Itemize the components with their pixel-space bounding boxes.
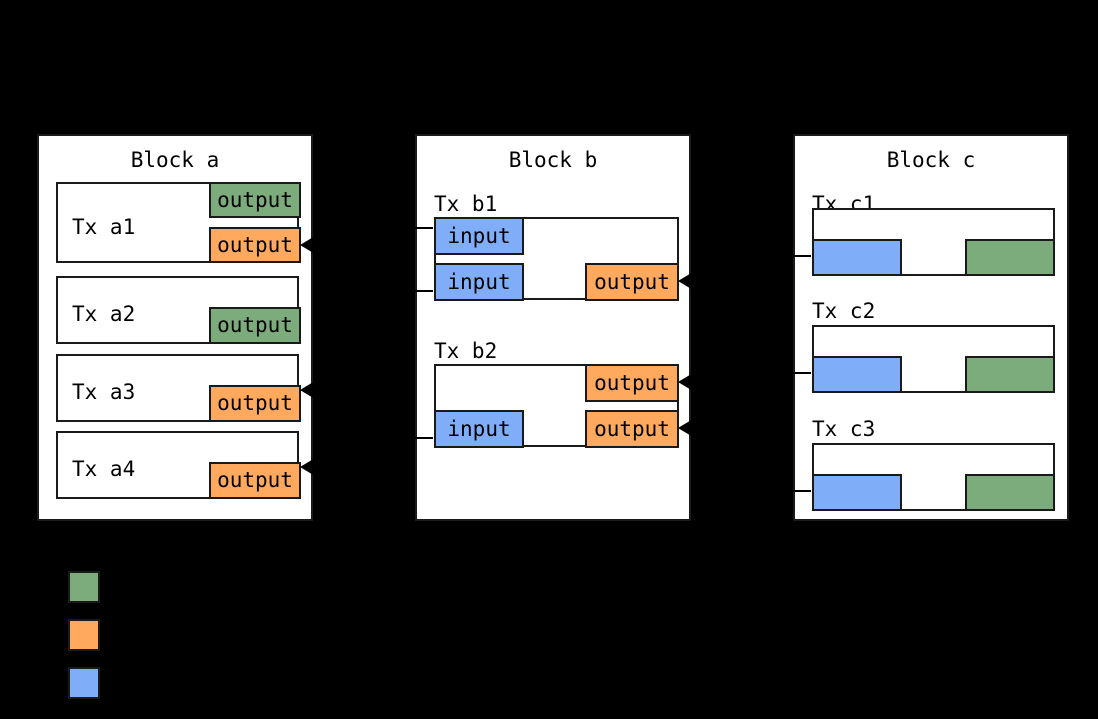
tx-b1-input-2[interactable]: input <box>434 263 524 301</box>
tx-b1-output-1[interactable]: output <box>585 263 679 301</box>
tx-a1-label: Tx a1 <box>72 215 136 239</box>
tx-a2-output-1[interactable]: output <box>209 307 301 344</box>
tx-c2-label: Tx c2 <box>812 299 876 323</box>
arrow-into-tx-b2-output-2 <box>678 419 693 437</box>
tx-c1-output-1[interactable] <box>965 239 1055 276</box>
tx-b1-input-1[interactable]: input <box>434 217 524 255</box>
tx-a2-label: Tx a2 <box>72 302 136 326</box>
block-b[interactable]: Block b Tx b1 input input output Tx b2 o… <box>415 134 691 521</box>
tx-a1-output-1[interactable]: output <box>209 182 301 218</box>
connector-stub-tx-c3-input-1 <box>793 490 811 492</box>
tx-a4-label: Tx a4 <box>72 457 136 481</box>
tx-c3-output-1[interactable] <box>965 474 1055 511</box>
tx-c2-output-1[interactable] <box>965 356 1055 393</box>
connector-stub-tx-b1-input-2 <box>415 290 433 292</box>
tx-a3-label: Tx a3 <box>72 380 136 404</box>
tx-b1-label: Tx b1 <box>434 192 498 216</box>
tx-c3-input-1[interactable] <box>812 474 902 511</box>
arrow-into-tx-a4-output-1 <box>300 458 315 476</box>
connector-stub-tx-c1-input-1 <box>793 255 811 257</box>
legend-swatch-blue <box>68 667 100 699</box>
tx-c2-input-1[interactable] <box>812 356 902 393</box>
diagram-canvas: Block a Tx a1 output output Tx a2 output… <box>0 0 1098 719</box>
tx-b2-output-2[interactable]: output <box>585 410 679 448</box>
block-b-title: Block b <box>508 148 598 172</box>
block-a[interactable]: Block a Tx a1 output output Tx a2 output… <box>37 134 313 521</box>
block-c[interactable]: Block c Tx c1 Tx c2 Tx c3 <box>793 134 1069 521</box>
tx-b2-output-1[interactable]: output <box>585 364 679 402</box>
arrow-into-tx-a3-output-1 <box>300 381 315 399</box>
connector-stub-tx-b2-input-1 <box>415 437 433 439</box>
arrow-into-tx-a1-output-2 <box>300 236 315 254</box>
connector-stub-tx-b1-input-1 <box>415 227 433 229</box>
tx-b2-label: Tx b2 <box>434 339 498 363</box>
tx-a1-output-2[interactable]: output <box>209 227 301 263</box>
tx-c3-label: Tx c3 <box>812 417 876 441</box>
arrow-into-tx-b2-output-1 <box>678 373 693 391</box>
arrow-into-tx-b1-output-1 <box>678 272 693 290</box>
tx-c1-input-1[interactable] <box>812 239 902 276</box>
tx-b2-input-1[interactable]: input <box>434 410 524 448</box>
legend-swatch-orange <box>68 619 100 651</box>
connector-stub-tx-c2-input-1 <box>793 372 811 374</box>
block-a-title: Block a <box>130 148 220 172</box>
legend-swatch-green <box>68 571 100 603</box>
block-c-title: Block c <box>886 148 976 172</box>
tx-a3-output-1[interactable]: output <box>209 385 301 422</box>
tx-a4-output-1[interactable]: output <box>209 462 301 499</box>
